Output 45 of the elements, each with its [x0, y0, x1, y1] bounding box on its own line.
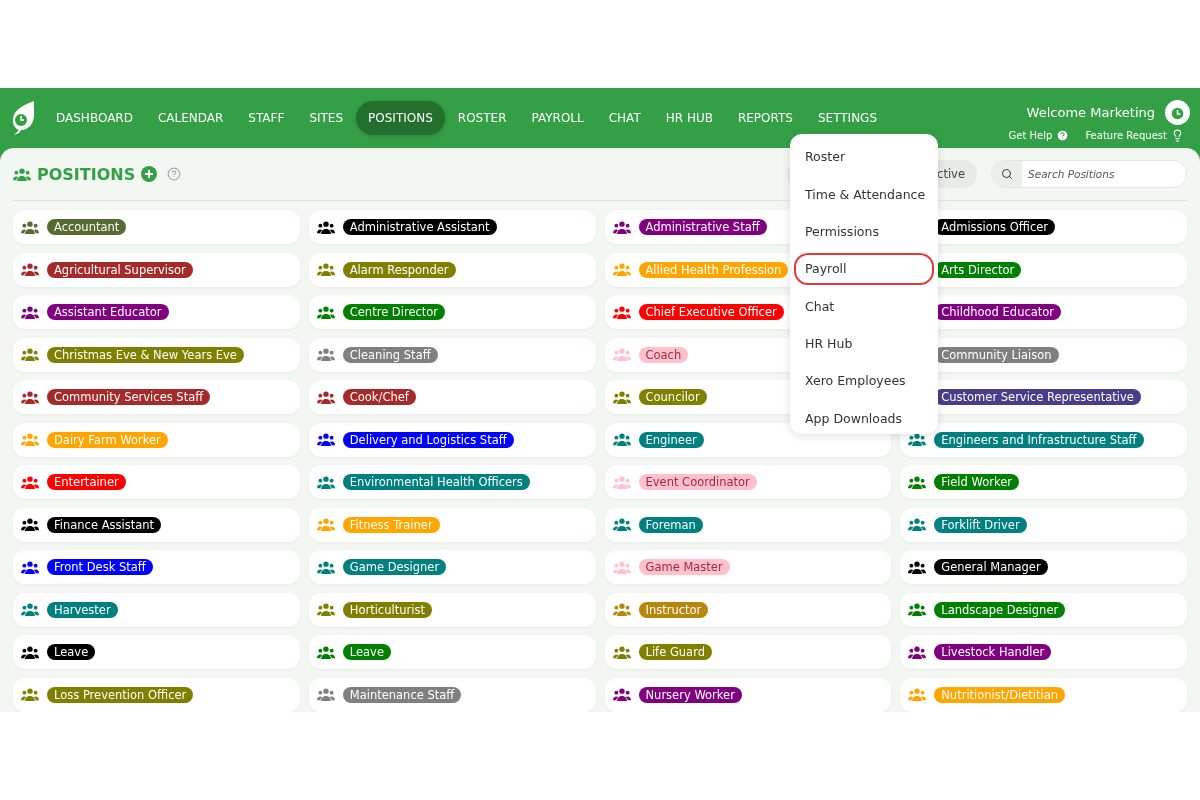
- position-tag: Livestock Handler: [934, 644, 1052, 660]
- position-tag: Front Desk Staff: [47, 559, 153, 575]
- position-tag: Chief Executive Officer: [638, 304, 784, 320]
- position-tag: Leave: [342, 644, 391, 660]
- position-tag: Administrative Assistant: [342, 219, 497, 235]
- position-tag: Nursery Worker: [638, 686, 742, 703]
- position-tag: Cook/Chef: [342, 389, 416, 405]
- position-tag: Agricultural Supervisor: [47, 261, 193, 278]
- position-tag: Landscape Designer: [934, 601, 1066, 618]
- position-tag: Maintenance Staff: [342, 686, 462, 703]
- position-tag: Entertainer: [47, 474, 126, 490]
- position-tag: Dairy Farm Worker: [47, 431, 168, 448]
- position-tag: Field Worker: [934, 474, 1019, 490]
- position-tag: Delivery and Logistics Staff: [342, 431, 514, 448]
- position-tag: Forklift Driver: [934, 516, 1027, 533]
- position-tag: Fitness Trainer: [342, 516, 440, 533]
- position-tag: Instructor: [638, 601, 709, 618]
- position-tag: Allied Health Profession: [638, 261, 789, 278]
- position-tag: Game Designer: [342, 559, 447, 575]
- position-tag: General Manager: [934, 559, 1048, 575]
- position-tag: Community Services Staff: [47, 389, 211, 405]
- position-tag: Finance Assistant: [47, 516, 162, 533]
- position-tag: Loss Prevention Officer: [47, 686, 194, 703]
- position-tag: Engineer: [638, 431, 704, 448]
- position-tag: Life Guard: [638, 644, 712, 660]
- position-tag: Engineers and Infrastructure Staff: [934, 431, 1144, 448]
- position-tag: Cleaning Staff: [342, 346, 438, 363]
- welcome-text: Welcome Marketing: [1026, 105, 1155, 120]
- position-tag: Horticulturist: [342, 601, 432, 618]
- position-tag: Administrative Staff: [638, 219, 767, 235]
- position-tag: Alarm Responder: [342, 261, 456, 278]
- position-tag: Leave: [47, 644, 96, 660]
- position-tag: Event Coordinator: [638, 474, 757, 490]
- position-tag: Christmas Eve & New Years Eve: [47, 346, 244, 363]
- position-tag: Foreman: [638, 516, 703, 533]
- position-tag: Game Master: [638, 559, 730, 575]
- position-tag: Nutritionist/Dietitian: [934, 686, 1066, 703]
- position-tag: Harvester: [47, 601, 118, 618]
- position-tag: Councilor: [638, 389, 707, 405]
- position-tag: Assistant Educator: [47, 304, 169, 320]
- page-title: POSITIONS: [37, 164, 136, 184]
- position-tag: Accountant: [47, 219, 127, 235]
- position-tag: Coach: [638, 346, 689, 363]
- position-tag: Centre Director: [342, 304, 446, 320]
- position-tag: Environmental Health Officers: [342, 474, 530, 490]
